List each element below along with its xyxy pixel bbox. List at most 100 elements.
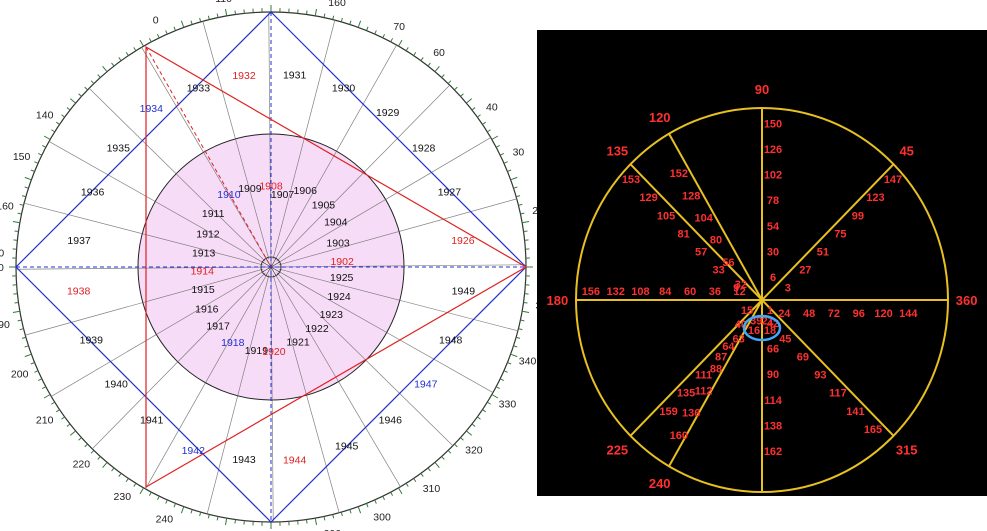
ring-tick [427,62,431,67]
ring-degree-label: 60 [433,47,445,59]
ring-tick [513,186,518,189]
spoke-degree-label: 180 [547,293,569,308]
sequence-number: 129 [639,192,657,204]
ring-tick [413,51,417,56]
ring-tick [366,503,369,508]
ring-tick [434,65,440,72]
ring-tick [173,26,176,31]
ring-tick [51,401,56,405]
spoke-degree-label: 315 [896,442,918,457]
sequence-number: 162 [764,446,782,458]
year-label: 1923 [320,309,344,321]
ring-tick [84,443,88,448]
year-label: 1938 [67,286,91,298]
sequence-number: 99 [852,210,864,222]
ring-tick [413,478,417,483]
ring-tick [139,39,144,47]
ring-tick [398,39,403,47]
year-label: 1904 [324,217,348,229]
year-label: 1935 [107,143,131,155]
ring-tick [139,487,144,495]
ring-tick [503,370,508,373]
ring-tick [19,328,24,331]
ring-tick [12,310,20,313]
spoke-degree-label: 225 [606,442,628,457]
ring-tick [102,462,108,469]
year-label: 1911 [202,208,225,220]
sequence-number: 3 [785,283,791,295]
ring-degree-label: 30 [513,147,525,159]
ring-tick [24,176,32,181]
ring-tick [37,378,43,381]
ring-tick [447,450,452,454]
ring-tick [90,450,95,454]
year-label: 1943 [232,454,256,466]
ring-tick [427,467,431,472]
ring-tick [499,153,505,156]
sequence-number: 30 [767,246,779,258]
ring-degree-label: 70 [393,21,405,33]
sequence-number: 123 [866,192,884,204]
left-wheel-geometry [9,5,533,529]
ring-tick [207,15,210,20]
ring-tick [55,409,60,413]
spoke-degree-label: 240 [649,476,671,491]
ring-tick [340,511,343,517]
ring-tick [471,107,476,111]
ring-tick [17,319,22,322]
ring-tick [84,86,88,91]
ring-tick [43,394,51,399]
ring-tick [420,473,424,477]
year-label: 1926 [451,235,475,247]
sequence-number: 66 [767,344,779,356]
sequence-number: 152 [670,168,688,180]
ring-tick [491,394,499,399]
sequence-number: 160 [670,430,688,442]
ring-tick [207,514,210,519]
ring-tick [486,401,491,405]
ring-tick [314,8,317,16]
ring-degree-label: 110 [215,0,232,5]
ring-tick [148,38,152,43]
ring-tick [507,169,512,172]
sequence-number: 93 [814,370,826,382]
ring-tick [366,26,369,31]
ring-tick [225,8,228,16]
sequence-number: 63 [733,333,745,345]
ring-degree-label: 70 [0,248,4,260]
ring-tick [374,30,377,35]
ring-tick [173,503,176,508]
ring-tick [61,416,65,420]
spoke-degree-label: 360 [956,293,978,308]
sequence-number: 87 [715,351,727,363]
year-label: 1918 [221,337,245,349]
year-label: 1907 [271,189,295,201]
year-label: 1947 [414,379,438,391]
ring-degree-label: 320 [465,445,483,457]
year-label: 1916 [195,304,219,316]
ring-tick [357,506,362,514]
right-square-of-nine-wheel: 9045360315240225180135120630547810212615… [537,30,987,496]
spoke-degree-label: 45 [899,144,913,159]
ring-tick [97,456,101,460]
ring-tick [90,80,95,84]
gold-spoke [761,299,895,437]
year-label: 1934 [140,103,164,115]
ring-tick [118,473,122,477]
sequence-number: 120 [874,308,892,320]
sequence-number: 165 [864,424,882,436]
sequence-number: 108 [631,286,649,298]
right-wheel-geometry [575,107,949,493]
ring-tick [125,478,129,483]
ring-tick [382,33,385,39]
ring-tick [78,437,82,441]
ring-tick [390,491,394,496]
ring-tick [486,129,491,133]
ring-tick [482,121,487,125]
ring-tick [515,336,521,339]
sequence-number: 57 [695,247,707,259]
ring-tick [382,495,385,501]
ring-tick [37,153,43,156]
sequence-number: 150 [764,118,782,130]
ring-tick [499,378,505,381]
